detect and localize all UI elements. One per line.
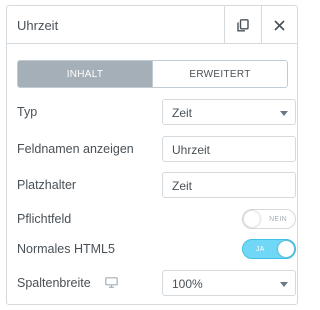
feldnamen-label: Feldnamen anzeigen <box>17 142 134 156</box>
duplicate-button[interactable] <box>224 6 260 44</box>
spaltenbreite-select[interactable]: 100% <box>162 270 296 296</box>
close-button[interactable] <box>261 6 297 44</box>
toggle-knob <box>278 241 294 257</box>
pflichtfeld-toggle[interactable]: NEIN <box>242 209 296 229</box>
field-settings-panel: Uhrzeit INHALT ERWEITERT Typ Zeit Feldna… <box>6 5 298 305</box>
typ-select[interactable]: Zeit <box>162 99 296 125</box>
chevron-down-icon <box>280 111 288 116</box>
pflichtfeld-label: Pflichtfeld <box>17 212 72 226</box>
tab-erweitert[interactable]: ERWEITERT <box>152 61 287 87</box>
typ-select-value: Zeit <box>172 106 193 120</box>
platzhalter-input[interactable]: Zeit <box>162 172 296 198</box>
html5-toggle[interactable]: JA <box>242 239 296 259</box>
feldnamen-input[interactable]: Uhrzeit <box>162 136 296 162</box>
spaltenbreite-row: Spaltenbreite 100% <box>17 270 296 296</box>
panel-title: Uhrzeit <box>17 18 59 33</box>
pflichtfeld-row: Pflichtfeld NEIN <box>17 206 296 232</box>
toggle-knob <box>244 211 260 227</box>
spaltenbreite-value: 100% <box>172 277 203 291</box>
feldnamen-row: Feldnamen anzeigen Uhrzeit <box>17 136 296 162</box>
toggle-text: NEIN <box>269 216 287 223</box>
toggle-text: JA <box>256 246 265 253</box>
duplicate-icon <box>236 18 249 31</box>
tab-inhalt[interactable]: INHALT <box>18 61 152 87</box>
typ-label: Typ <box>17 105 38 119</box>
platzhalter-label: Platzhalter <box>17 178 77 192</box>
typ-row: Typ Zeit <box>17 99 296 125</box>
desktop-icon[interactable] <box>105 277 118 288</box>
spaltenbreite-label: Spaltenbreite <box>17 276 91 290</box>
chevron-down-icon <box>280 282 288 287</box>
panel-header: Uhrzeit <box>7 6 297 44</box>
html5-row: Normales HTML5 JA <box>17 236 296 262</box>
platzhalter-row: Platzhalter Zeit <box>17 172 296 198</box>
section-tabs: INHALT ERWEITERT <box>17 60 288 88</box>
html5-label: Normales HTML5 <box>17 242 115 256</box>
close-icon <box>274 19 285 31</box>
